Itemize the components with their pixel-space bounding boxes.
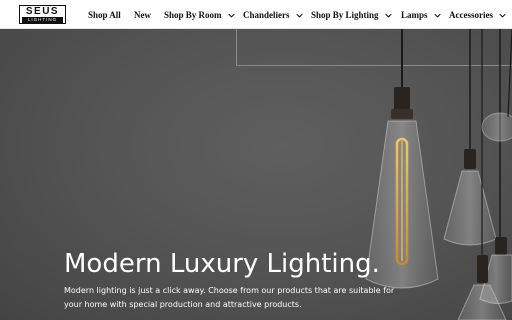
- nav-item-lamps[interactable]: Lamps: [401, 9, 441, 21]
- nav-item-label: Shop By Room: [164, 10, 222, 20]
- nav-item-label: Chandeliers: [243, 10, 290, 20]
- nav-item-label: Shop By Lighting: [311, 10, 379, 20]
- chevron-down-icon: [434, 13, 441, 18]
- site-header: SEUS LIGHTING Shop All New Shop By Room …: [0, 0, 512, 29]
- chevron-down-icon: [228, 13, 235, 18]
- chevron-down-icon: [499, 13, 506, 18]
- nav-item-shop-by-room[interactable]: Shop By Room: [164, 9, 235, 21]
- nav-item-label: Accessories: [449, 10, 493, 20]
- hero-description: Modern lighting is just a click away. Ch…: [64, 286, 395, 309]
- hero-title: Modern Luxury Lighting.: [64, 249, 380, 279]
- nav-item-shop-by-lighting[interactable]: Shop By Lighting: [311, 9, 392, 21]
- nav-item-shop-all[interactable]: Shop All: [88, 9, 121, 21]
- nav-item-new[interactable]: New: [134, 9, 151, 21]
- nav-item-accessories[interactable]: Accessories: [449, 9, 506, 21]
- nav-item-label: New: [134, 10, 151, 20]
- hero-banner: Modern Luxury Lighting. Modern lighting …: [0, 29, 512, 320]
- chevron-down-icon: [385, 13, 392, 18]
- nav-item-label: Lamps: [401, 10, 428, 20]
- brand-logo[interactable]: SEUS LIGHTING: [19, 5, 66, 24]
- nav-item-label: Shop All: [88, 10, 121, 20]
- nav-item-chandeliers[interactable]: Chandeliers: [243, 9, 303, 21]
- brand-name: SEUS: [25, 6, 60, 17]
- chevron-down-icon: [296, 13, 303, 18]
- brand-tagline: LIGHTING: [22, 17, 63, 23]
